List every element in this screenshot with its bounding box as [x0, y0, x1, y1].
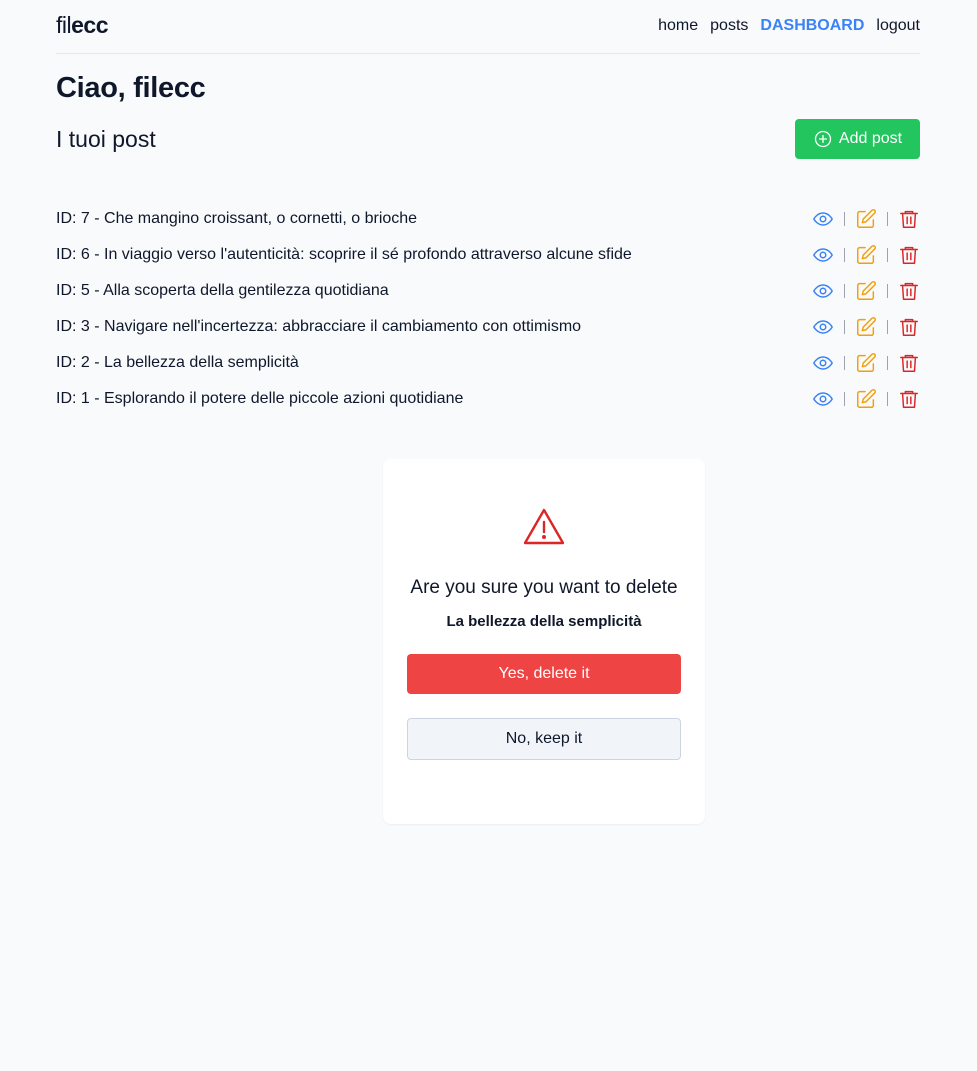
confirm-delete-button[interactable]: Yes, delete it: [407, 654, 681, 694]
eye-icon[interactable]: [812, 208, 834, 230]
action-divider: [844, 320, 845, 334]
nav-link-home[interactable]: home: [658, 17, 698, 35]
action-divider: [887, 212, 888, 226]
eye-icon[interactable]: [812, 316, 834, 338]
action-divider: [887, 248, 888, 262]
post-title: ID: 6 - In viaggio verso l'autenticità: …: [56, 246, 632, 263]
pencil-square-icon[interactable]: [855, 244, 877, 266]
post-row: ID: 7 - Che mangino croissant, o cornett…: [56, 201, 920, 237]
action-divider: [844, 392, 845, 406]
nav-link-posts[interactable]: posts: [710, 17, 748, 35]
post-title: ID: 1 - Esplorando il potere delle picco…: [56, 390, 464, 407]
action-divider: [887, 284, 888, 298]
pencil-square-icon[interactable]: [855, 316, 877, 338]
post-actions: [812, 388, 920, 410]
modal-question: Are you sure you want to delete: [410, 577, 678, 598]
post-actions: [812, 352, 920, 374]
page: filecc home posts DASHBOARD logout Ciao,…: [56, 0, 920, 824]
post-actions: [812, 208, 920, 230]
post-row: ID: 3 - Navigare nell'incertezza: abbrac…: [56, 309, 920, 345]
action-divider: [887, 320, 888, 334]
action-divider: [887, 356, 888, 370]
pencil-square-icon[interactable]: [855, 388, 877, 410]
post-row: ID: 1 - Esplorando il potere delle picco…: [56, 381, 920, 417]
trash-icon[interactable]: [898, 352, 920, 374]
page-title: Ciao, filecc: [56, 72, 206, 104]
warning-triangle-icon: [522, 507, 566, 547]
post-title: ID: 5 - Alla scoperta della gentilezza q…: [56, 282, 389, 299]
nav-link-logout[interactable]: logout: [876, 17, 920, 35]
post-title: ID: 3 - Navigare nell'incertezza: abbrac…: [56, 318, 582, 335]
brand-logo[interactable]: filecc: [56, 12, 108, 39]
trash-icon[interactable]: [898, 244, 920, 266]
action-divider: [887, 392, 888, 406]
main-nav: home posts DASHBOARD logout: [658, 17, 920, 35]
pencil-square-icon[interactable]: [855, 280, 877, 302]
nav-link-dashboard[interactable]: DASHBOARD: [760, 17, 864, 35]
post-row: ID: 2 - La bellezza della semplicità: [56, 345, 920, 381]
eye-icon[interactable]: [812, 352, 834, 374]
delete-confirm-modal: Are you sure you want to delete La belle…: [383, 459, 705, 824]
post-title: ID: 7 - Che mangino croissant, o cornett…: [56, 210, 418, 227]
brand-logo-bold: ecc: [71, 12, 108, 38]
pencil-square-icon[interactable]: [855, 208, 877, 230]
post-actions: [812, 244, 920, 266]
cancel-delete-button[interactable]: No, keep it: [407, 718, 681, 760]
action-divider: [844, 284, 845, 298]
eye-icon[interactable]: [812, 244, 834, 266]
post-row: ID: 5 - Alla scoperta della gentilezza q…: [56, 273, 920, 309]
post-list: ID: 7 - Che mangino croissant, o cornett…: [56, 201, 920, 417]
pencil-square-icon[interactable]: [855, 352, 877, 374]
trash-icon[interactable]: [898, 280, 920, 302]
add-post-button[interactable]: Add post: [795, 119, 920, 159]
trash-icon[interactable]: [898, 316, 920, 338]
brand-logo-light: fil: [56, 12, 72, 38]
post-actions: [812, 280, 920, 302]
post-actions: [812, 316, 920, 338]
modal-post-title: La bellezza della semplicità: [446, 613, 642, 630]
action-divider: [844, 212, 845, 226]
post-title: ID: 2 - La bellezza della semplicità: [56, 354, 299, 371]
post-row: ID: 6 - In viaggio verso l'autenticità: …: [56, 237, 920, 273]
section-title: I tuoi post: [56, 125, 156, 152]
add-post-label: Add post: [838, 130, 903, 147]
plus-circle-icon: [813, 129, 833, 149]
trash-icon[interactable]: [898, 388, 920, 410]
section-header: I tuoi post Add post: [56, 119, 920, 159]
trash-icon[interactable]: [898, 208, 920, 230]
top-navbar: filecc home posts DASHBOARD logout: [56, 0, 920, 54]
eye-icon[interactable]: [812, 280, 834, 302]
action-divider: [844, 356, 845, 370]
eye-icon[interactable]: [812, 388, 834, 410]
action-divider: [844, 248, 845, 262]
